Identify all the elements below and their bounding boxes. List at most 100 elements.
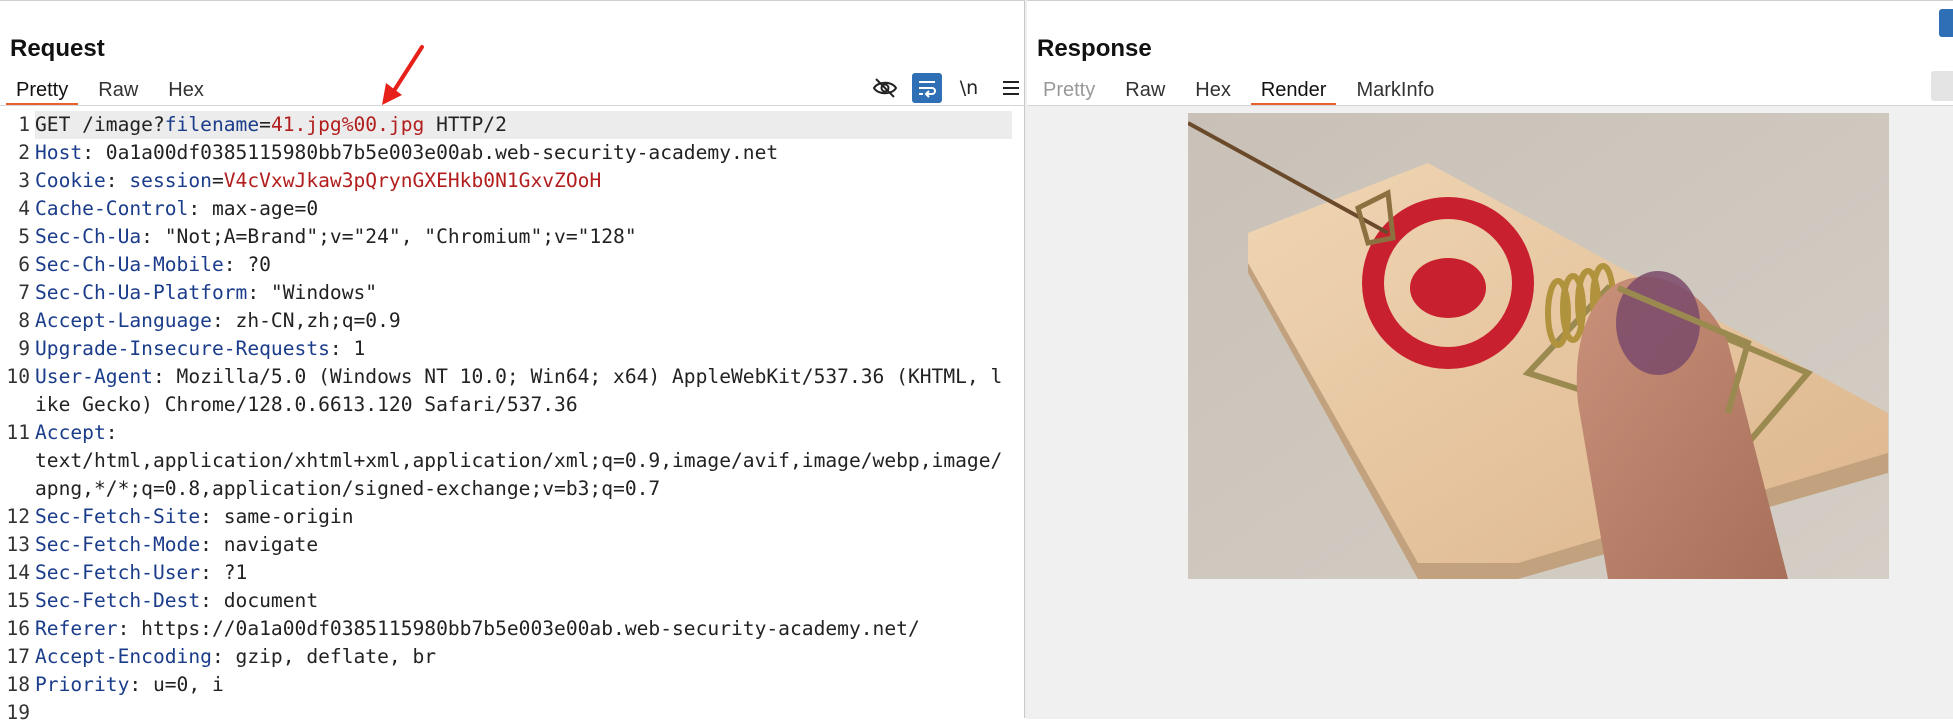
header-name: Accept-Language [35,309,212,332]
request-line: 17 Accept-Encoding: gzip, deflate, br [0,643,1012,671]
line-content: Accept-Encoding: gzip, deflate, br [35,643,1012,671]
response-panel: Response Pretty Raw Hex Render MarkInfo [1027,0,1953,719]
header-name: Sec-Fetch-Mode [35,533,201,556]
header-name: Sec-Ch-Ua-Mobile [35,253,224,276]
request-line: 4 Cache-Control: max-age=0 [0,195,1012,223]
line-content: Referer: https://0a1a00df0385115980bb7b5… [35,615,1012,643]
header-name: Cookie [35,169,106,192]
line-number: 7 [18,281,30,304]
line-content: Sec-Fetch-User: ?1 [35,559,1012,587]
line-text: : [105,169,130,192]
newline-toggle[interactable]: \n [954,73,984,103]
line-text: : "Windows" [247,281,378,304]
request-toolbar: \n [858,73,1026,103]
hamburger-menu-icon[interactable] [996,73,1026,103]
line-number: 17 [6,645,30,668]
request-line: 18 Priority: u=0, i [0,671,1012,699]
header-name: filename [164,113,260,136]
line-content: Sec-Fetch-Site: same-origin [35,503,1012,531]
response-tabs: Pretty Raw Hex Render MarkInfo [1033,75,1454,106]
line-content: Accept-Language: zh-CN,zh;q=0.9 [35,307,1012,335]
line-number: 8 [18,309,30,332]
line-text: : ?1 [200,561,248,584]
response-options-icon[interactable] [1931,71,1953,101]
request-line: 10 User-Agent: Mozilla/5.0 (Windows NT 10… [0,363,1012,419]
header-name: Referer [35,617,118,640]
request-title: Request [10,35,105,62]
render-view [1027,106,1953,719]
line-text: : max-age=0 [188,197,319,220]
request-line: 11 Accept: text/html,application/xhtml+xm… [0,419,1012,503]
response-tab-hex[interactable]: Hex [1185,75,1241,103]
request-line: 5 Sec-Ch-Ua: "Not;A=Brand";v="24", "Chrom… [0,223,1012,251]
request-line: 2 Host: 0a1a00df0385115980bb7b5e003e00ab.… [0,139,1012,167]
header-name: Sec-Fetch-User [35,561,201,584]
line-text: : navigate [200,533,319,556]
line-number: 18 [6,673,30,696]
line-number: 11 [6,421,30,444]
line-content: Cache-Control: max-age=0 [35,195,1012,223]
request-line: 19 [0,699,1012,727]
line-text: : gzip, deflate, br [211,645,437,668]
request-tab-raw[interactable]: Raw [88,75,148,103]
response-tab-pretty[interactable]: Pretty [1033,75,1105,103]
request-line: 7 Sec-Ch-Ua-Platform: "Windows" [0,279,1012,307]
line-number: 15 [6,589,30,612]
request-line: 8 Accept-Language: zh-CN,zh;q=0.9 [0,307,1012,335]
request-line: 6 Sec-Ch-Ua-Mobile: ?0 [0,251,1012,279]
response-title: Response [1037,35,1152,62]
response-tab-raw[interactable]: Raw [1115,75,1175,103]
line-content: Host: 0a1a00df0385115980bb7b5e003e00ab.w… [35,139,1012,167]
header-name: Host [35,141,83,164]
line-content: Priority: u=0, i [35,671,1012,699]
line-text: = [259,113,271,136]
line-content: Sec-Ch-Ua-Platform: "Windows" [35,279,1012,307]
header-name: Accept-Encoding [35,645,212,668]
line-text: : Mozilla/5.0 (Windows NT 10.0; Win64; x… [35,365,1003,416]
eye-slash-icon[interactable] [870,73,900,103]
request-line: 13 Sec-Fetch-Mode: navigate [0,531,1012,559]
line-text: : https://0a1a00df0385115980bb7b5e003e00… [117,617,920,640]
line-text: : "Not;A=Brand";v="24", "Chromium";v="12… [141,225,637,248]
header-name: Sec-Ch-Ua [35,225,142,248]
line-content [35,699,1012,727]
mousetrap-photo [1188,113,1889,579]
header-name: Cache-Control [35,197,189,220]
tab-divider [0,105,1024,106]
line-text: : ?0 [223,253,271,276]
response-tab-render[interactable]: Render [1250,75,1337,106]
line-text: HTTP/2 [424,113,507,136]
header-name: Accept [35,421,106,444]
line-number: 16 [6,617,30,640]
line-text: GET /image? [35,113,165,136]
header-name: Sec-Fetch-Dest [35,589,201,612]
header-name: Sec-Fetch-Site [35,505,201,528]
panel-toggle-button[interactable] [1939,9,1953,37]
line-number: 12 [6,505,30,528]
request-panel: Request Pretty Raw Hex \n 1 GET /image?f… [0,0,1026,724]
line-content: GET /image?filename=41.jpg%00.jpg HTTP/2 [35,111,1012,139]
request-editor[interactable]: 1 GET /image?filename=41.jpg%00.jpg HTTP/… [0,111,1012,727]
line-number: 2 [18,141,30,164]
line-content: Upgrade-Insecure-Requests: 1 [35,335,1012,363]
header-name: User-Agent [35,365,153,388]
line-content: Sec-Fetch-Dest: document [35,587,1012,615]
request-line: 14 Sec-Fetch-User: ?1 [0,559,1012,587]
annotation-arrow-icon [382,45,424,105]
header-name: Upgrade-Insecure-Requests [35,337,330,360]
response-tab-markinfo[interactable]: MarkInfo [1346,75,1444,103]
line-text: : 1 [329,337,366,360]
text-wrap-icon[interactable] [912,73,942,103]
request-tab-hex[interactable]: Hex [158,75,214,103]
line-number: 9 [18,337,30,360]
line-number: 6 [18,253,30,276]
line-content: Cookie: session=V4cVxwJkaw3pQrynGXEHkb0N… [35,167,1012,195]
request-tab-pretty[interactable]: Pretty [6,75,79,106]
line-text: : u=0, i [129,673,224,696]
line-number: 14 [6,561,30,584]
line-content: Sec-Ch-Ua-Mobile: ?0 [35,251,1012,279]
request-line: 16 Referer: https://0a1a00df0385115980bb7… [0,615,1012,643]
line-number: 13 [6,533,30,556]
param-value: 41.jpg%00.jpg [270,113,425,136]
line-text: : document [200,589,319,612]
